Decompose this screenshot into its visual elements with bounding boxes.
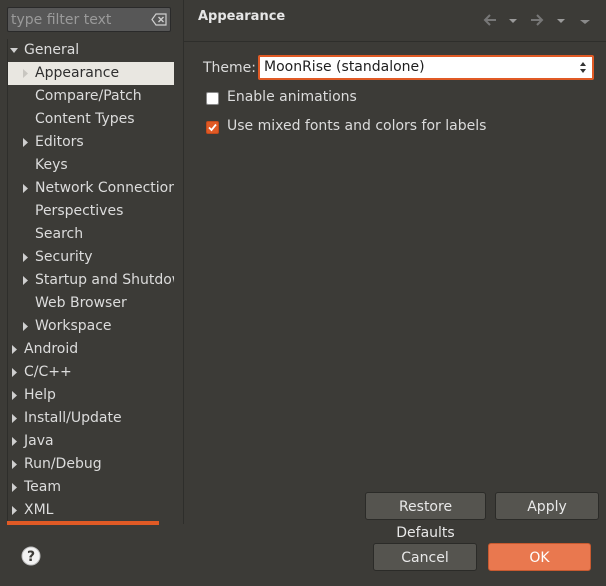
tree-item-android[interactable]: Android <box>8 338 174 361</box>
view-menu-icon[interactable] <box>578 12 592 28</box>
collapsed-arrow-icon[interactable] <box>9 407 19 430</box>
page-title: Appearance <box>198 9 286 24</box>
tree-item-label: Network Connection <box>35 180 174 196</box>
tree-item-workspace[interactable]: Workspace <box>8 315 174 338</box>
tree-item-install-update[interactable]: Install/Update <box>8 407 174 430</box>
tree-item-c-c[interactable]: C/C++ <box>8 361 174 384</box>
collapsed-arrow-icon[interactable] <box>9 430 19 453</box>
apply-button[interactable]: Apply <box>495 492 599 520</box>
tree-item-search[interactable]: Search <box>8 223 174 246</box>
tree-item-content-types[interactable]: Content Types <box>8 108 174 131</box>
tree-item-label: Startup and Shutdow <box>35 272 174 288</box>
tree-item-label: Keys <box>35 157 68 173</box>
tree-item-help[interactable]: Help <box>8 384 174 407</box>
tree-item-label: Help <box>24 387 56 403</box>
collapsed-arrow-icon[interactable] <box>20 177 30 200</box>
collapsed-arrow-icon[interactable] <box>20 246 30 269</box>
tree-item-label: Workspace <box>35 318 112 334</box>
tree-item-general[interactable]: General <box>8 39 174 62</box>
tree-item-xml[interactable]: XML <box>8 499 174 522</box>
collapsed-arrow-icon[interactable] <box>9 499 19 522</box>
svg-text:?: ? <box>27 549 35 565</box>
preferences-page: Appearance Theme: MoonRise (standalone) … <box>183 0 606 541</box>
tree-item-java[interactable]: Java <box>8 430 174 453</box>
tree-item-run-debug[interactable]: Run/Debug <box>8 453 174 476</box>
spinner-arrows-icon[interactable] <box>578 59 588 76</box>
collapsed-arrow-icon[interactable] <box>9 476 19 499</box>
tree-item-compare-patch[interactable]: Compare/Patch <box>8 85 174 108</box>
preferences-tree: General Appearance Compare/Patch Content Ty… <box>7 39 174 524</box>
tree-item-label: Search <box>35 226 84 242</box>
clear-filter-icon[interactable] <box>151 13 167 26</box>
collapsed-arrow-icon[interactable] <box>20 62 30 85</box>
tree-item-perspectives[interactable]: Perspectives <box>8 200 174 223</box>
chevron-down-icon[interactable] <box>507 12 519 28</box>
collapsed-arrow-icon[interactable] <box>9 338 19 361</box>
preferences-nav-pane: General Appearance Compare/Patch Content Ty… <box>0 0 180 525</box>
mixed-fonts-checkbox[interactable] <box>206 121 219 134</box>
restore-defaults-button[interactable]: Restore Defaults <box>365 492 486 541</box>
help-icon[interactable]: ? <box>21 546 41 566</box>
tree-item-keys[interactable]: Keys <box>8 154 174 177</box>
theme-select[interactable]: MoonRise (standalone) <box>258 55 594 80</box>
theme-label: Theme: <box>203 60 257 76</box>
tree-item-editors[interactable]: Editors <box>8 131 174 154</box>
collapsed-arrow-icon[interactable] <box>20 315 30 338</box>
tree-item-startup-and-shutdow[interactable]: Startup and Shutdow <box>8 269 174 292</box>
tree-item-web-browser[interactable]: Web Browser <box>8 292 174 315</box>
enable-animations-checkbox[interactable] <box>206 92 219 105</box>
tree-item-label: Java <box>24 433 54 449</box>
collapsed-arrow-icon[interactable] <box>9 384 19 407</box>
tree-item-label: XML <box>24 502 54 518</box>
tree-item-label: Team <box>24 479 62 495</box>
theme-select-value: MoonRise (standalone) <box>264 59 425 75</box>
tree-item-label: Install/Update <box>24 410 122 426</box>
collapsed-arrow-icon[interactable] <box>9 453 19 476</box>
tree-item-network-connection[interactable]: Network Connection <box>8 177 174 200</box>
tree-item-security[interactable]: Security <box>8 246 174 269</box>
cancel-button[interactable]: Cancel <box>373 543 477 571</box>
tree-scroll-indicator <box>7 521 159 525</box>
tree-item-label: Security <box>35 249 93 265</box>
collapsed-arrow-icon[interactable] <box>20 269 30 292</box>
tree-item-label: Web Browser <box>35 295 127 311</box>
tree-item-label: Compare/Patch <box>35 88 142 104</box>
header-separator <box>184 41 606 42</box>
tree-item-label: Editors <box>35 134 84 150</box>
filter-input[interactable] <box>11 10 147 29</box>
tree-item-label: Content Types <box>35 111 135 127</box>
forward-arrow-icon[interactable] <box>529 12 545 28</box>
tree-item-label: Perspectives <box>35 203 124 219</box>
tree-item-appearance[interactable]: Appearance <box>8 62 174 85</box>
tree-item-label: General <box>24 42 80 58</box>
tree-item-label: Run/Debug <box>24 456 102 472</box>
back-arrow-icon[interactable] <box>482 12 498 28</box>
tree-item-team[interactable]: Team <box>8 476 174 499</box>
expanded-arrow-icon[interactable] <box>9 39 19 62</box>
collapsed-arrow-icon[interactable] <box>20 131 30 154</box>
filter-box <box>7 7 171 32</box>
tree-item-label: Appearance <box>35 65 120 81</box>
checkmark-icon <box>208 123 217 132</box>
ok-button[interactable]: OK <box>488 543 591 571</box>
chevron-down-icon[interactable] <box>555 12 567 28</box>
enable-animations-label: Enable animations <box>227 89 357 105</box>
mixed-fonts-label: Use mixed fonts and colors for labels <box>227 118 487 134</box>
tree-item-label: C/C++ <box>24 364 72 380</box>
tree-item-label: Android <box>24 341 79 357</box>
collapsed-arrow-icon[interactable] <box>9 361 19 384</box>
